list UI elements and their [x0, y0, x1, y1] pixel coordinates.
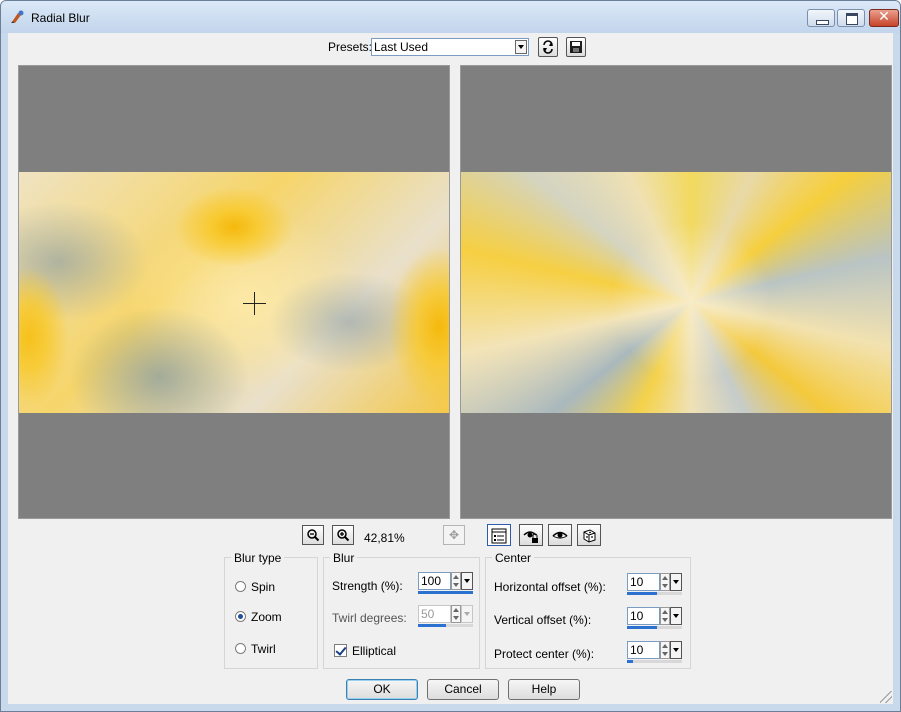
- floppy-disk-icon: [570, 41, 582, 53]
- original-preview[interactable]: [18, 65, 450, 519]
- protect-center-spinner[interactable]: 10: [627, 641, 683, 663]
- twirl-degrees-label: Twirl degrees:: [332, 611, 407, 625]
- paint-brush-icon: [11, 10, 24, 23]
- vertical-offset-slider-fill: [627, 626, 658, 629]
- horizontal-offset-input[interactable]: 10: [627, 573, 660, 591]
- horizontal-offset-spin-arrows[interactable]: [660, 573, 670, 591]
- radial-blur-dialog: Radial Blur ✕ Presets: Last Used 42,81% …: [0, 0, 901, 712]
- radio-spin-label[interactable]: Spin: [251, 580, 275, 594]
- center-crosshair[interactable]: [243, 292, 266, 315]
- toggle-preview-button[interactable]: [487, 524, 511, 546]
- dice-icon: [583, 529, 596, 543]
- chevron-down-icon[interactable]: [515, 40, 527, 54]
- protect-center-dropdown[interactable]: [670, 641, 682, 659]
- randomize-lock-button[interactable]: [519, 524, 543, 546]
- strength-slider-fill: [418, 591, 473, 594]
- strength-spin-arrows[interactable]: [451, 572, 461, 590]
- zoom-level: 42,81%: [364, 531, 405, 545]
- protect-center-slider-fill: [627, 660, 633, 663]
- ok-button[interactable]: OK: [346, 679, 418, 700]
- horizontal-offset-slider[interactable]: [627, 592, 682, 595]
- randomize-button[interactable]: [577, 524, 601, 546]
- strength-spinner[interactable]: 100: [418, 572, 474, 594]
- resize-grip[interactable]: [880, 691, 892, 703]
- elliptical-checkbox[interactable]: [334, 644, 347, 657]
- zoom-in-button[interactable]: [332, 525, 354, 545]
- presets-value: Last Used: [374, 40, 429, 54]
- original-image: [19, 172, 449, 413]
- minimize-icon: [816, 20, 829, 25]
- horizontal-offset-dropdown[interactable]: [670, 573, 682, 591]
- minimize-button[interactable]: [807, 9, 835, 27]
- blur-group: Blur Strength (%): 100 Twirl degrees: 50…: [323, 551, 480, 669]
- horizontal-offset-spinner[interactable]: 10: [627, 573, 683, 595]
- zoom-out-button[interactable]: [302, 525, 324, 545]
- eye-lock-icon: [523, 531, 538, 543]
- maximize-icon: [846, 13, 858, 25]
- radio-zoom[interactable]: [235, 611, 246, 622]
- proof-toggle-button[interactable]: [548, 524, 572, 546]
- twirl-degrees-spin-arrows[interactable]: [451, 605, 461, 623]
- vertical-offset-spin-arrows[interactable]: [660, 607, 670, 625]
- center-title: Center: [492, 551, 535, 565]
- close-icon: ✕: [878, 9, 890, 25]
- help-button[interactable]: Help: [508, 679, 580, 700]
- maximize-button[interactable]: [837, 9, 865, 27]
- presets-dropdown[interactable]: Last Used: [371, 38, 529, 56]
- blur-title: Blur: [330, 551, 358, 565]
- protect-center-slider[interactable]: [627, 660, 682, 663]
- reset-preset-button[interactable]: [538, 37, 558, 57]
- protect-center-label: Protect center (%):: [494, 647, 595, 661]
- presets-label: Presets:: [328, 40, 373, 54]
- radio-twirl[interactable]: [235, 643, 246, 654]
- zoom-in-icon: [337, 529, 350, 542]
- radio-zoom-label[interactable]: Zoom: [251, 610, 282, 624]
- window-title: Radial Blur: [31, 11, 90, 25]
- horizontal-offset-label: Horizontal offset (%):: [494, 580, 606, 594]
- vertical-offset-input[interactable]: 10: [627, 607, 660, 625]
- radio-spin[interactable]: [235, 581, 246, 592]
- close-button[interactable]: ✕: [869, 9, 899, 27]
- vertical-offset-spinner[interactable]: 10: [627, 607, 683, 629]
- center-group: Center Horizontal offset (%): 10 Vertica…: [485, 551, 691, 669]
- eye-icon: [552, 531, 568, 539]
- reset-arrows-icon: [543, 40, 553, 54]
- blur-type-group: Blur type Spin Zoom Twirl: [224, 551, 318, 669]
- twirl-degrees-slider[interactable]: [418, 624, 473, 627]
- strength-slider[interactable]: [418, 591, 473, 594]
- move-arrows-icon: ✥: [448, 528, 460, 542]
- vertical-offset-slider[interactable]: [627, 626, 682, 629]
- strength-label: Strength (%):: [332, 579, 403, 593]
- protect-center-input[interactable]: 10: [627, 641, 660, 659]
- blurred-image: [461, 172, 891, 413]
- dialog-body: Presets: Last Used 42,81% ✥ Blur type Sp…: [8, 33, 893, 704]
- strength-dropdown[interactable]: [461, 572, 473, 590]
- protect-center-spin-arrows[interactable]: [660, 641, 670, 659]
- twirl-degrees-spinner[interactable]: 50: [418, 605, 474, 627]
- radio-twirl-label[interactable]: Twirl: [251, 642, 276, 656]
- vertical-offset-label: Vertical offset (%):: [494, 613, 592, 627]
- twirl-degrees-slider-fill: [418, 624, 446, 627]
- strength-input[interactable]: 100: [418, 572, 451, 590]
- horizontal-offset-slider-fill: [627, 592, 658, 595]
- twirl-degrees-input[interactable]: 50: [418, 605, 451, 623]
- pan-button[interactable]: ✥: [443, 525, 465, 545]
- cancel-button[interactable]: Cancel: [427, 679, 499, 700]
- blur-type-title: Blur type: [231, 551, 285, 565]
- preview-window-icon: [491, 528, 507, 544]
- title-bar[interactable]: Radial Blur ✕: [1, 1, 900, 33]
- elliptical-label[interactable]: Elliptical: [352, 644, 396, 658]
- zoom-out-icon: [307, 529, 320, 542]
- result-preview: [460, 65, 892, 519]
- save-preset-button[interactable]: [566, 37, 586, 57]
- vertical-offset-dropdown[interactable]: [670, 607, 682, 625]
- twirl-degrees-dropdown[interactable]: [461, 605, 473, 623]
